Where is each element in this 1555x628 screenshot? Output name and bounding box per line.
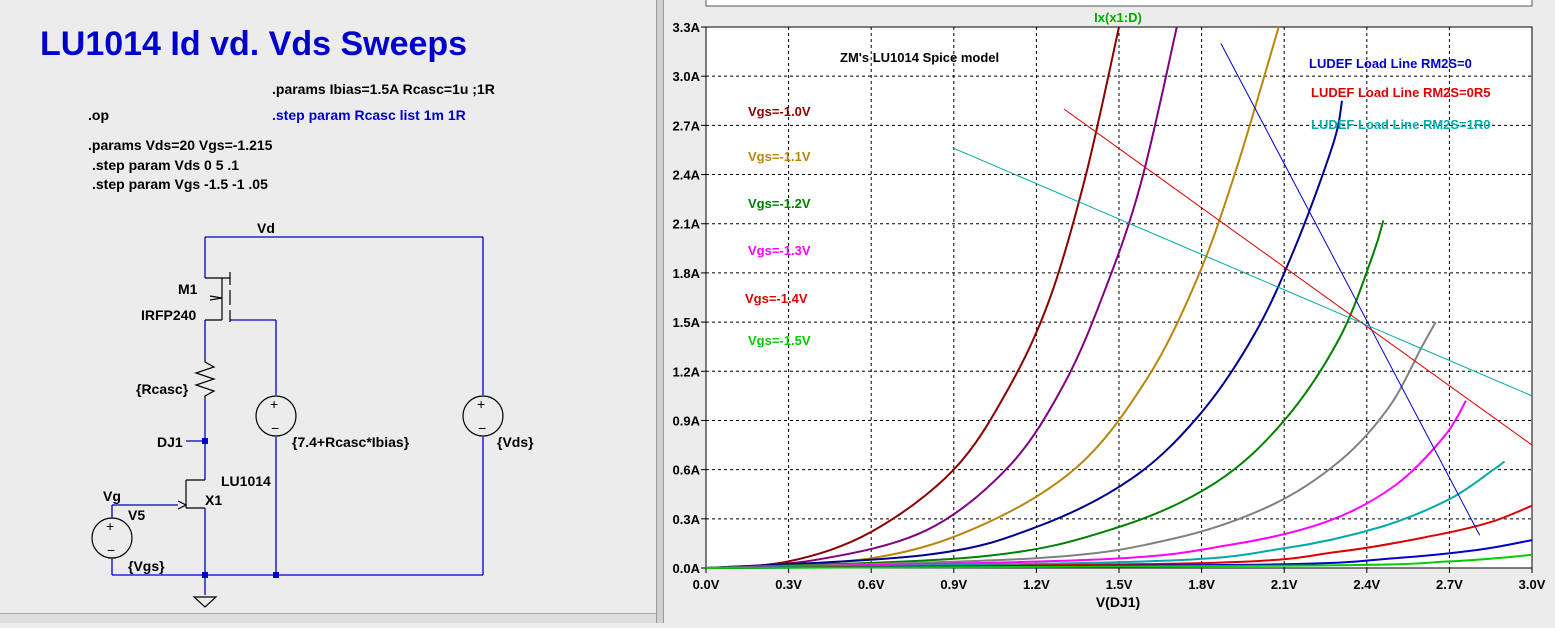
- y-tick-label: 2.7A: [673, 118, 701, 133]
- rcasc-label: {Rcasc}: [136, 381, 189, 397]
- directive-params-vds[interactable]: .params Vds=20 Vgs=-1.215: [88, 137, 273, 153]
- trace-name-label[interactable]: Ix(x1:D): [1094, 10, 1142, 25]
- vd-net-label: Vd: [257, 220, 275, 236]
- m1-model-label: IRFP240: [141, 307, 196, 323]
- x-tick-label: 1.8V: [1188, 577, 1215, 592]
- schematic-title: LU1014 Id vd. Vds Sweeps: [40, 25, 467, 63]
- m1-mosfet-symbol[interactable]: [205, 272, 231, 322]
- x-tick-label: 2.4V: [1353, 577, 1380, 592]
- vgs-label-1-0[interactable]: Vgs=-1.0V: [748, 104, 811, 119]
- pane-divider[interactable]: [656, 0, 664, 623]
- x1-model-label: LU1014: [221, 473, 271, 489]
- x-tick-label: 0.6V: [858, 577, 885, 592]
- x-tick-label: 1.5V: [1106, 577, 1133, 592]
- v5-name-label: V5: [128, 507, 145, 523]
- x-axis-label[interactable]: V(DJ1): [1096, 594, 1140, 610]
- vsrc-mid-plus-sign: +: [270, 396, 278, 412]
- vsrc-mid-value-label: {7.4+Rcasc*Ibias}: [292, 434, 410, 450]
- x-tick-label: 3.0V: [1519, 577, 1546, 592]
- directive-op[interactable]: .op: [88, 107, 109, 123]
- y-tick-label: 1.2A: [673, 364, 701, 379]
- y-tick-label: 0.0A: [673, 561, 701, 576]
- x-tick-label: 0.9V: [940, 577, 967, 592]
- vsrc-right-minus-sign: −: [478, 420, 486, 436]
- schematic-wires[interactable]: [111, 236, 484, 595]
- y-tick-label: 2.4A: [673, 168, 701, 183]
- y-tick-label: 1.8A: [673, 266, 701, 281]
- dj1-net-label: DJ1: [157, 434, 183, 450]
- junction-node-mid[interactable]: [273, 572, 279, 578]
- legend-rm2s-1r0[interactable]: LUDEF Load Line RM2S=1R0: [1311, 117, 1491, 132]
- directive-step-vds[interactable]: .step param Vds 0 5 .1: [92, 157, 239, 173]
- v5-minus-sign: −: [107, 542, 115, 558]
- waveform-canvas[interactable]: 0.0V 0.3V 0.6V 0.9V 1.2V 1.5V 1.8V 2.1V 2.4V 2.7V…: [664, 0, 1555, 623]
- x-tick-label: 0.0V: [693, 577, 720, 592]
- ground-symbol[interactable]: [192, 596, 218, 608]
- y-tick-label: 0.3A: [673, 512, 701, 527]
- x-tick-label: 0.3V: [775, 577, 802, 592]
- status-bar: [0, 613, 656, 623]
- legend-rm2s-0r5[interactable]: LUDEF Load Line RM2S=0R5: [1311, 85, 1491, 100]
- plot-header-bar: [705, 0, 1533, 7]
- vsrc-right-value-label: {Vds}: [497, 434, 534, 450]
- vgs-label-1-2[interactable]: Vgs=-1.2V: [748, 196, 811, 211]
- directive-params-ibias[interactable]: .params Ibias=1.5A Rcasc=1u ;1R: [272, 81, 495, 97]
- x1-name-label: X1: [205, 492, 222, 508]
- vgs-label-1-3[interactable]: Vgs=-1.3V: [748, 243, 811, 258]
- x-tick-label: 2.1V: [1271, 577, 1298, 592]
- dj1-node[interactable]: [202, 438, 208, 444]
- vsrc-right-plus-sign: +: [477, 396, 485, 412]
- junction-node-gnd[interactable]: [202, 572, 208, 578]
- schematic-pane[interactable]: LU1014 Id vd. Vds Sweeps .params Ibias=1…: [0, 0, 656, 613]
- ltspice-window: LU1014 Id vd. Vds Sweeps .params Ibias=1…: [0, 0, 1555, 623]
- v5-plus-sign: +: [106, 518, 114, 534]
- rcasc-resistor[interactable]: [194, 358, 216, 400]
- vg-net-label: Vg: [103, 488, 121, 504]
- waveform-pane[interactable]: 0.0V 0.3V 0.6V 0.9V 1.2V 1.5V 1.8V 2.1V 2.4V 2.7V…: [664, 0, 1555, 623]
- y-tick-label: 3.3A: [673, 20, 701, 35]
- model-title[interactable]: ZM's LU1014 Spice model: [840, 50, 999, 65]
- x1-jfet-symbol[interactable]: [177, 479, 205, 510]
- y-tick-label: 1.5A: [673, 315, 701, 330]
- x-tick-label: 1.2V: [1023, 577, 1050, 592]
- m1-name-label: M1: [178, 281, 198, 297]
- vgs-label-1-5[interactable]: Vgs=-1.5V: [748, 333, 811, 348]
- schematic-canvas[interactable]: LU1014 Id vd. Vds Sweeps .params Ibias=1…: [0, 0, 656, 613]
- y-tick-label: 0.9A: [673, 413, 701, 428]
- v5-value-label: {Vgs}: [128, 558, 165, 574]
- directive-step-vgs[interactable]: .step param Vgs -1.5 -1 .05: [92, 176, 268, 192]
- y-tick-label: 3.0A: [673, 69, 701, 84]
- vsrc-mid-minus-sign: −: [271, 420, 279, 436]
- legend-rm2s-0[interactable]: LUDEF Load Line RM2S=0: [1309, 56, 1472, 71]
- y-tick-label: 0.6A: [673, 463, 701, 478]
- vgs-label-1-1[interactable]: Vgs=-1.1V: [748, 149, 811, 164]
- vgs-label-1-4[interactable]: Vgs=-1.4V: [745, 291, 808, 306]
- x-tick-label: 2.7V: [1436, 577, 1463, 592]
- y-tick-label: 2.1A: [673, 217, 701, 232]
- directive-step-rcasc[interactable]: .step param Rcasc list 1m 1R: [272, 107, 466, 123]
